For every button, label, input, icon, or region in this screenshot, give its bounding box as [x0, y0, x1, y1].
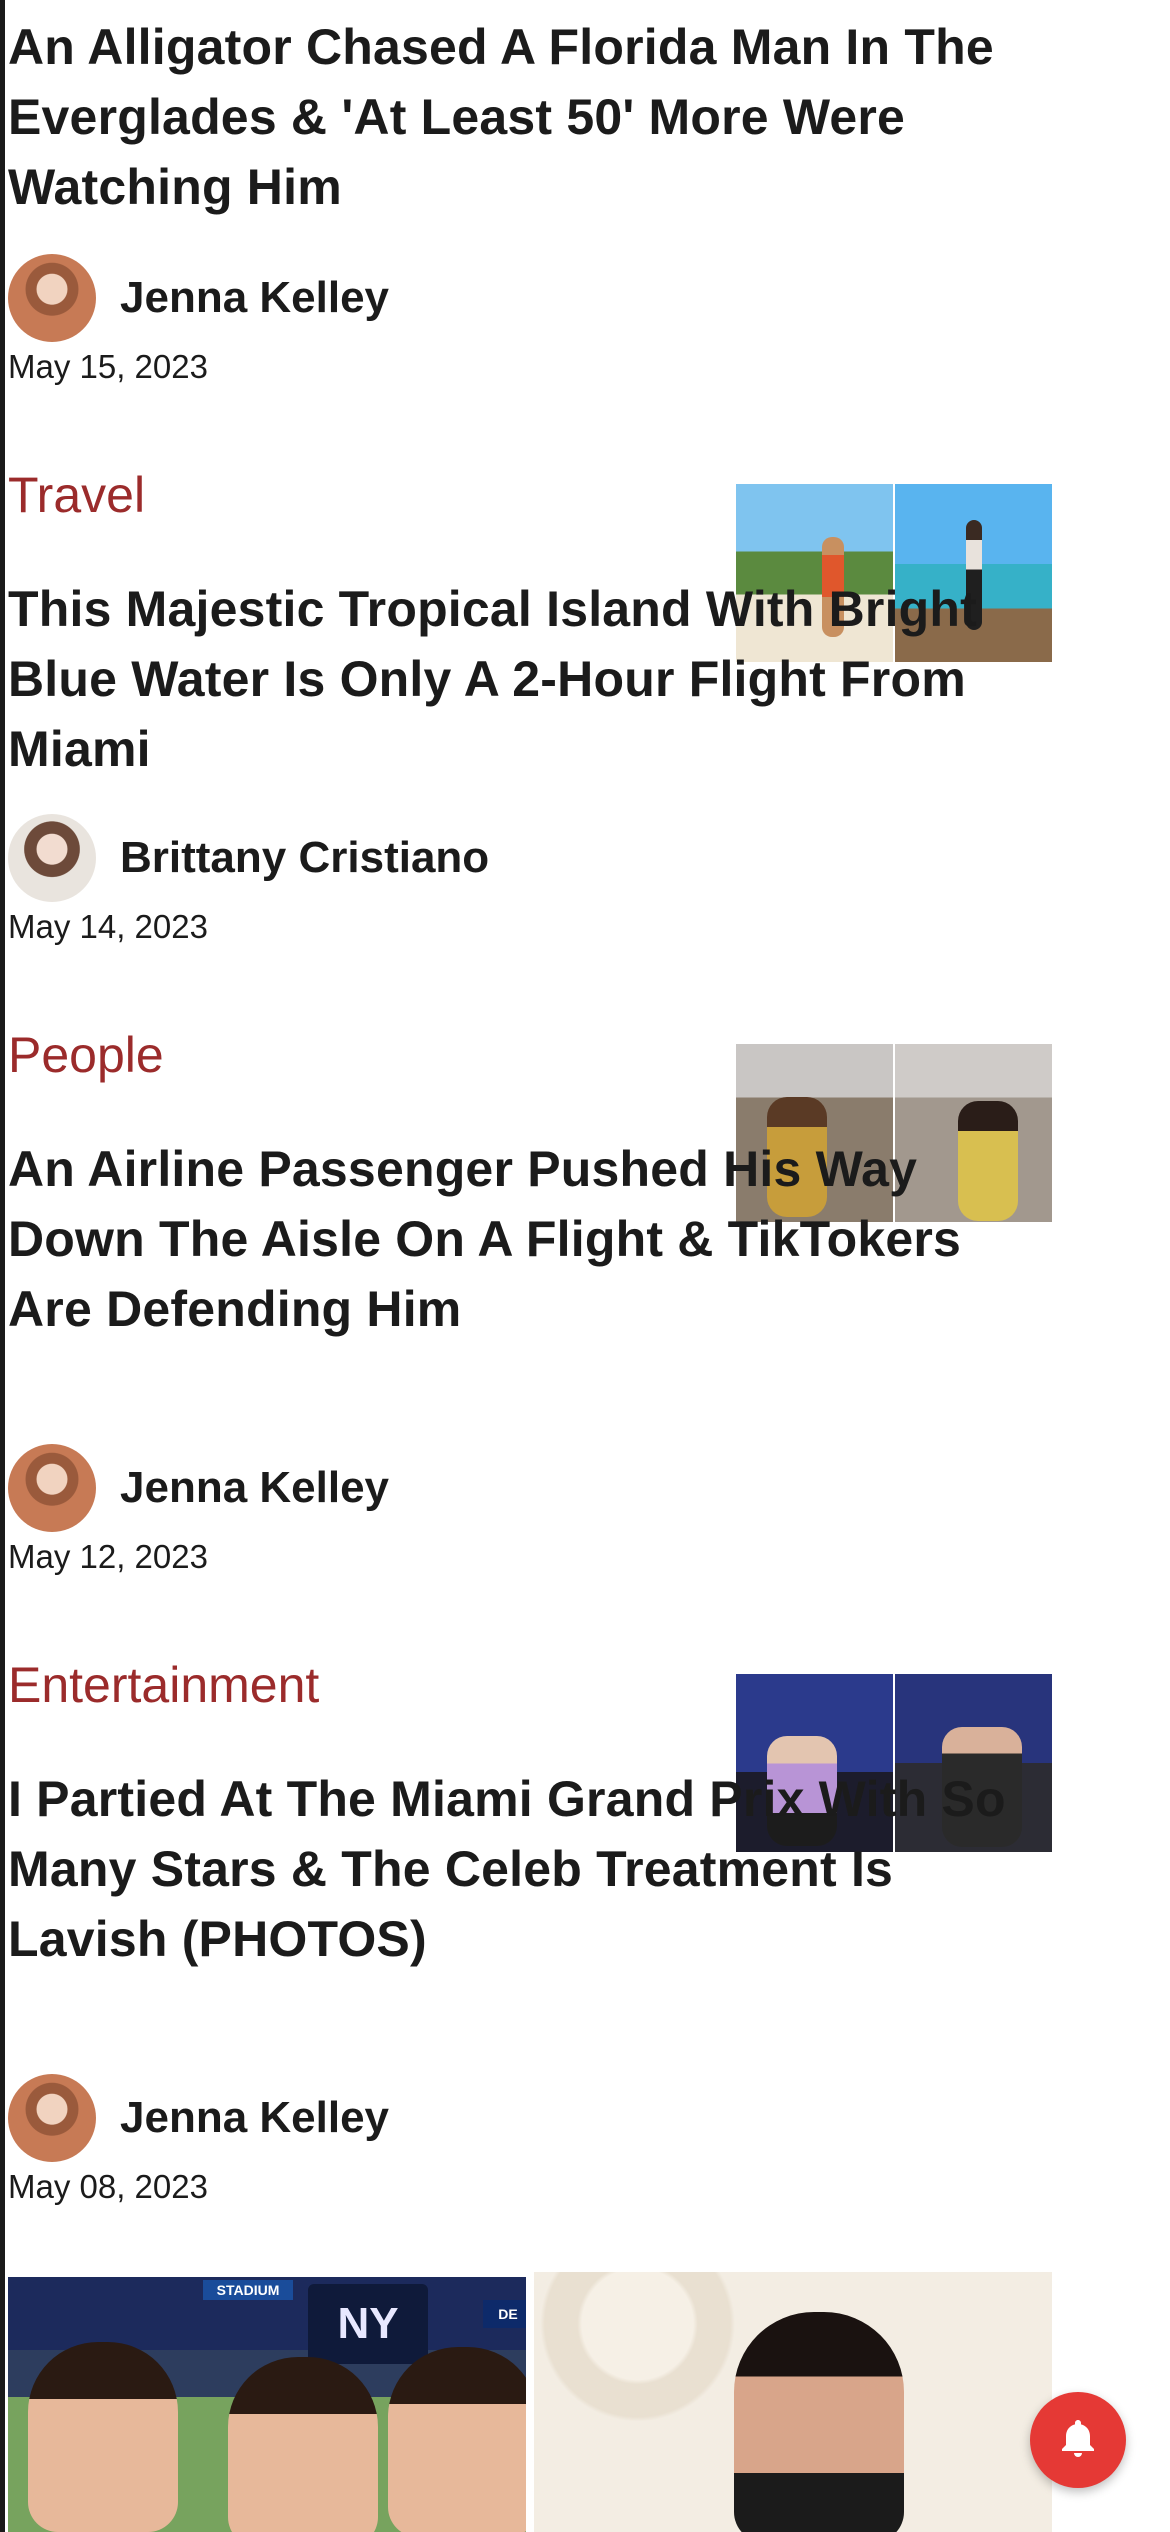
person-1: [28, 2342, 178, 2532]
stadium-photo[interactable]: STADIUM NY DE: [8, 2272, 526, 2532]
travel-article-title[interactable]: This Majestic Tropical Island With Brigh…: [8, 574, 1048, 784]
travel-article-date: May 14, 2023: [8, 908, 208, 945]
notification-bell-button[interactable]: [1030, 2392, 1126, 2488]
person-3: [388, 2347, 526, 2532]
category-people[interactable]: People: [8, 1026, 164, 1084]
author-avatar: [8, 254, 96, 342]
people-article-date: May 12, 2023: [8, 1538, 208, 1575]
travel-article-author[interactable]: Brittany Cristiano: [8, 813, 489, 903]
flower-wall-photo[interactable]: [534, 2272, 1052, 2532]
yankees-logo: NY: [308, 2284, 428, 2364]
person-woman: [734, 2312, 904, 2532]
people-article-author[interactable]: Jenna Kelley: [8, 1443, 389, 1533]
entertainment-article-date: May 08, 2023: [8, 2168, 208, 2205]
entertainment-article-title[interactable]: I Partied At The Miami Grand Prix With S…: [8, 1764, 1048, 1974]
author-avatar: [8, 2074, 96, 2162]
bell-icon: [1054, 2414, 1102, 2467]
author-name[interactable]: Jenna Kelley: [120, 2093, 389, 2143]
author-avatar: [8, 1444, 96, 1532]
main-article-date: May 15, 2023: [8, 348, 208, 385]
person-2: [228, 2357, 378, 2532]
delta-sign: DE: [483, 2300, 526, 2328]
people-article-title[interactable]: An Airline Passenger Pushed His Way Down…: [8, 1134, 1048, 1344]
author-name[interactable]: Jenna Kelley: [120, 1463, 389, 1513]
category-travel[interactable]: Travel: [8, 466, 145, 524]
entertainment-article-author[interactable]: Jenna Kelley: [8, 2073, 389, 2163]
category-entertainment[interactable]: Entertainment: [8, 1656, 319, 1714]
main-article-title[interactable]: An Alligator Chased A Florida Man In The…: [8, 12, 1048, 222]
author-avatar: [8, 814, 96, 902]
left-edge-bar: [0, 0, 5, 2532]
stadium-sign: STADIUM: [203, 2280, 293, 2300]
author-name[interactable]: Brittany Cristiano: [120, 833, 489, 883]
main-article-author[interactable]: Jenna Kelley: [8, 253, 389, 343]
image-gallery: STADIUM NY DE: [8, 2272, 1052, 2532]
author-name[interactable]: Jenna Kelley: [120, 273, 389, 323]
